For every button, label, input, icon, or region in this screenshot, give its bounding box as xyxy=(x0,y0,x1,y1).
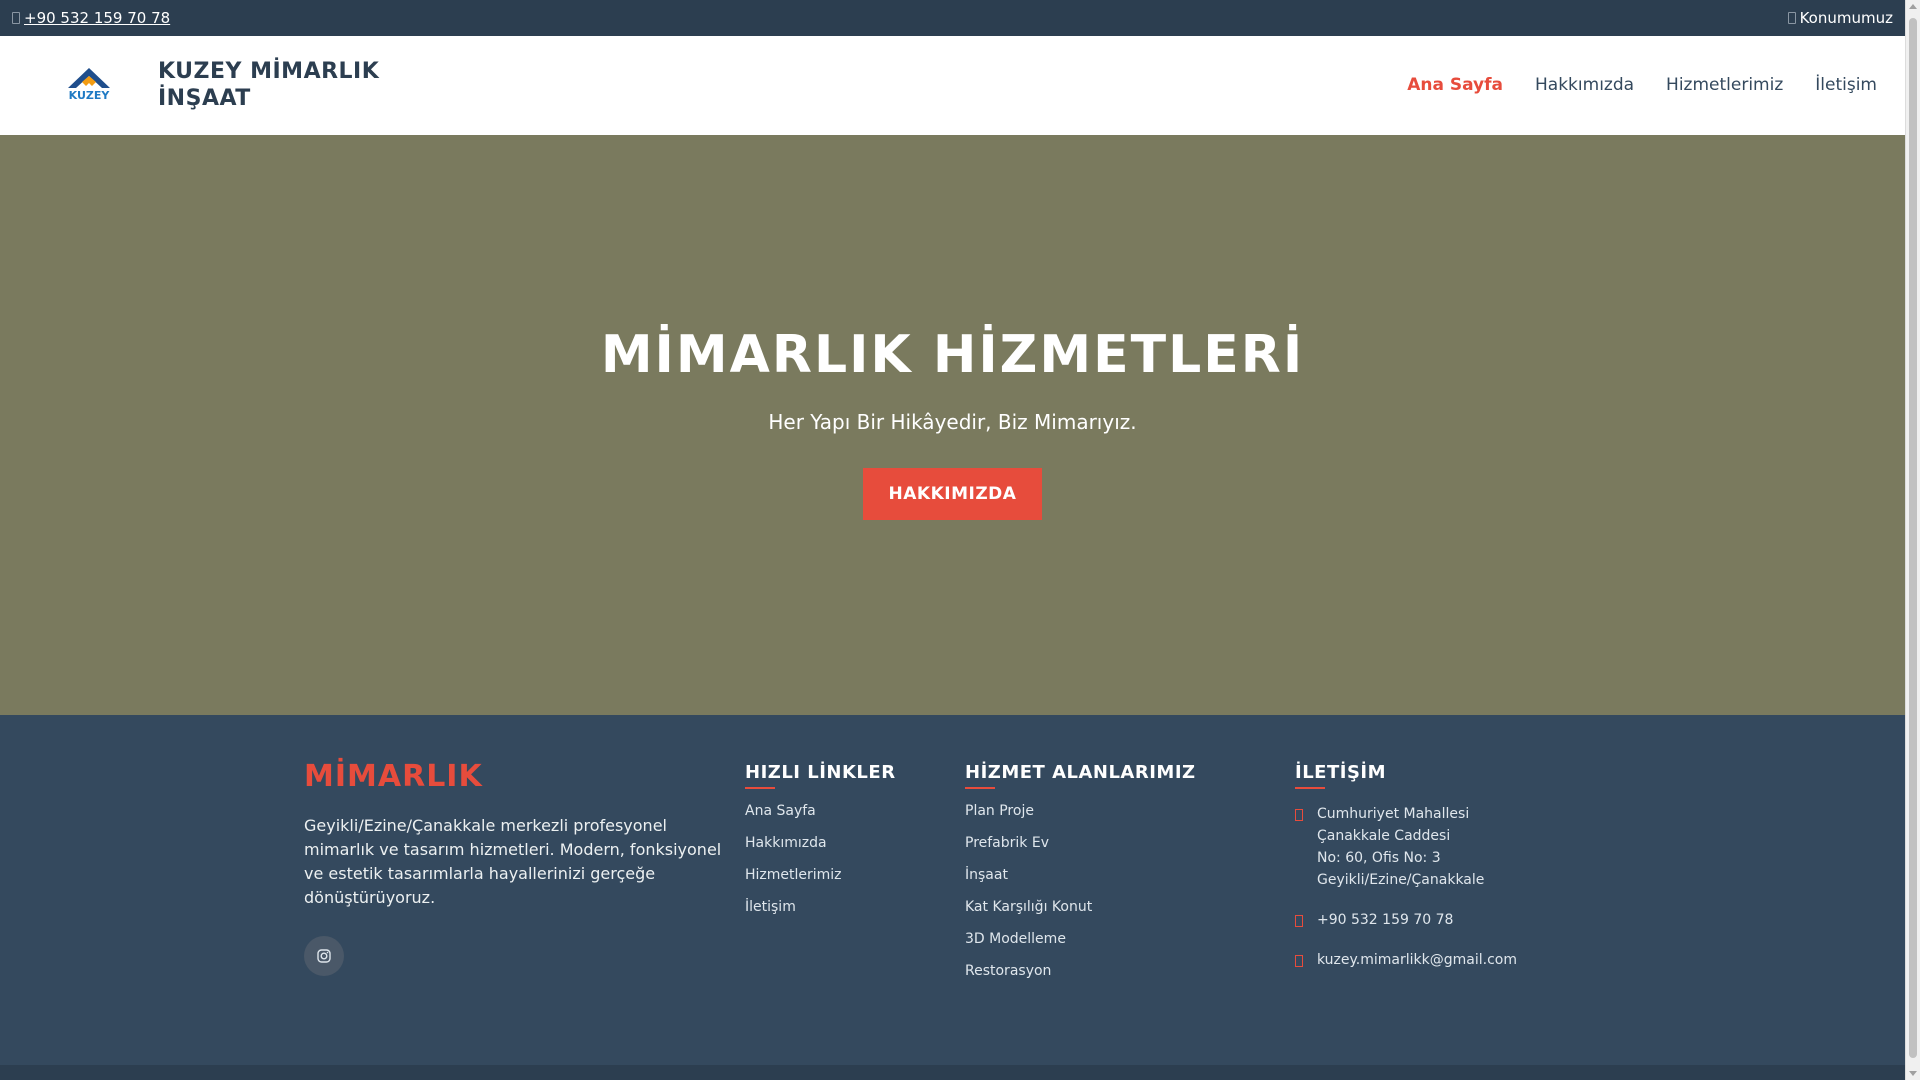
envelope-icon xyxy=(1295,955,1303,967)
site-footer: MİMARLIK Geyikli/Ezine/Çanakkale merkezl… xyxy=(0,715,1905,1065)
contact-title: İLETİŞİM xyxy=(1295,762,1387,783)
top-bar-location[interactable]: Konumumuz xyxy=(1787,9,1893,27)
nav-services[interactable]: Hizmetlerimiz xyxy=(1666,75,1783,95)
instagram-icon[interactable] xyxy=(304,936,344,976)
address-line: No: 60, Ofis No: 3 xyxy=(1317,850,1441,866)
top-bar: +90 532 159 70 78 Konumumuz xyxy=(0,0,1905,36)
hero-title: MİMARLIK HİZMETLERİ xyxy=(600,325,1305,385)
site-header: KUZEY KUZEY MİMARLIK İNŞAAT Ana Sayfa Ha… xyxy=(0,36,1905,135)
contact-phone[interactable]: +90 532 159 70 78 xyxy=(1295,909,1517,931)
footer-about: MİMARLIK Geyikli/Ezine/Çanakkale merkezl… xyxy=(304,759,724,976)
footer-services: HİZMET ALANLARIMIZ Plan Proje Prefabrik … xyxy=(965,762,1196,995)
nav-about[interactable]: Hakkımızda xyxy=(1535,75,1634,95)
contact-address: Cumhuriyet Mahallesi Çanakkale Caddesi N… xyxy=(1295,803,1517,891)
phone-icon xyxy=(12,12,20,24)
brand-name[interactable]: KUZEY MİMARLIK İNŞAAT xyxy=(158,58,398,112)
quick-links-title: HIZLI LİNKLER xyxy=(745,762,896,783)
address-line: Çanakkale Caddesi xyxy=(1317,828,1451,844)
scrollbar-thumb[interactable] xyxy=(1909,18,1917,1058)
footer-link-about[interactable]: Hakkımızda xyxy=(745,835,896,867)
company-logo[interactable]: KUZEY xyxy=(58,66,120,102)
footer-about-text: Geyikli/Ezine/Çanakkale merkezli profesy… xyxy=(304,816,722,907)
service-link[interactable]: İnşaat xyxy=(965,867,1196,899)
address-line: Cumhuriyet Mahallesi xyxy=(1317,806,1470,822)
brand-line-2: İNŞAAT xyxy=(158,86,251,111)
service-link[interactable]: 3D Modelleme xyxy=(965,931,1196,963)
main-nav: Ana Sayfa Hakkımızda Hizmetlerimiz İleti… xyxy=(1407,75,1877,95)
service-link[interactable]: Plan Proje xyxy=(965,803,1196,835)
footer-link-services[interactable]: Hizmetlerimiz xyxy=(745,867,896,899)
service-link[interactable]: Restorasyon xyxy=(965,963,1196,995)
service-link[interactable]: Prefabrik Ev xyxy=(965,835,1196,867)
footer-contact: İLETİŞİM Cumhuriyet Mahallesi Çanakkale … xyxy=(1295,762,1517,989)
footer-link-home[interactable]: Ana Sayfa xyxy=(745,803,896,835)
footer-bottom-bar xyxy=(0,1065,1905,1080)
service-link[interactable]: Kat Karşılığı Konut xyxy=(965,899,1196,931)
contact-email-text[interactable]: kuzey.mimarlikk@gmail.com xyxy=(1317,949,1517,971)
nav-home[interactable]: Ana Sayfa xyxy=(1407,75,1503,95)
heading-underline xyxy=(745,787,775,789)
map-marker-icon xyxy=(1787,12,1796,24)
hero-subtitle: Her Yapı Bir Hikâyedir, Biz Mimarıyız. xyxy=(768,410,1137,434)
heading-underline xyxy=(1295,787,1325,789)
nav-contact[interactable]: İletişim xyxy=(1815,75,1877,95)
brand-line-1: KUZEY MİMARLIK xyxy=(158,59,380,84)
contact-email[interactable]: kuzey.mimarlikk@gmail.com xyxy=(1295,949,1517,971)
contact-phone-text[interactable]: +90 532 159 70 78 xyxy=(1317,909,1453,931)
footer-quick-links: HIZLI LİNKLER Ana Sayfa Hakkımızda Hizme… xyxy=(745,762,896,931)
map-marker-icon xyxy=(1295,809,1303,821)
footer-about-title: MİMARLIK xyxy=(304,759,483,794)
heading-underline xyxy=(965,787,995,789)
page-scrollbar[interactable] xyxy=(1905,0,1920,1080)
scroll-up-icon[interactable] xyxy=(1909,4,1917,9)
instagram-glyph-icon xyxy=(317,949,331,963)
phone-icon xyxy=(1295,915,1303,927)
location-link[interactable]: Konumumuz xyxy=(1800,9,1893,27)
top-bar-phone: +90 532 159 70 78 xyxy=(12,9,170,27)
logo-text: KUZEY xyxy=(69,89,111,102)
top-phone-link[interactable]: +90 532 159 70 78 xyxy=(24,9,170,27)
address-line: Geyikli/Ezine/Çanakkale xyxy=(1317,872,1485,888)
scroll-down-icon[interactable] xyxy=(1909,1071,1917,1076)
hero-section: MİMARLIK HİZMETLERİ Her Yapı Bir Hikâyed… xyxy=(0,135,1905,715)
services-title: HİZMET ALANLARIMIZ xyxy=(965,762,1196,783)
about-us-button[interactable]: HAKKIMIZDA xyxy=(863,468,1042,520)
footer-link-contact[interactable]: İletişim xyxy=(745,899,896,931)
